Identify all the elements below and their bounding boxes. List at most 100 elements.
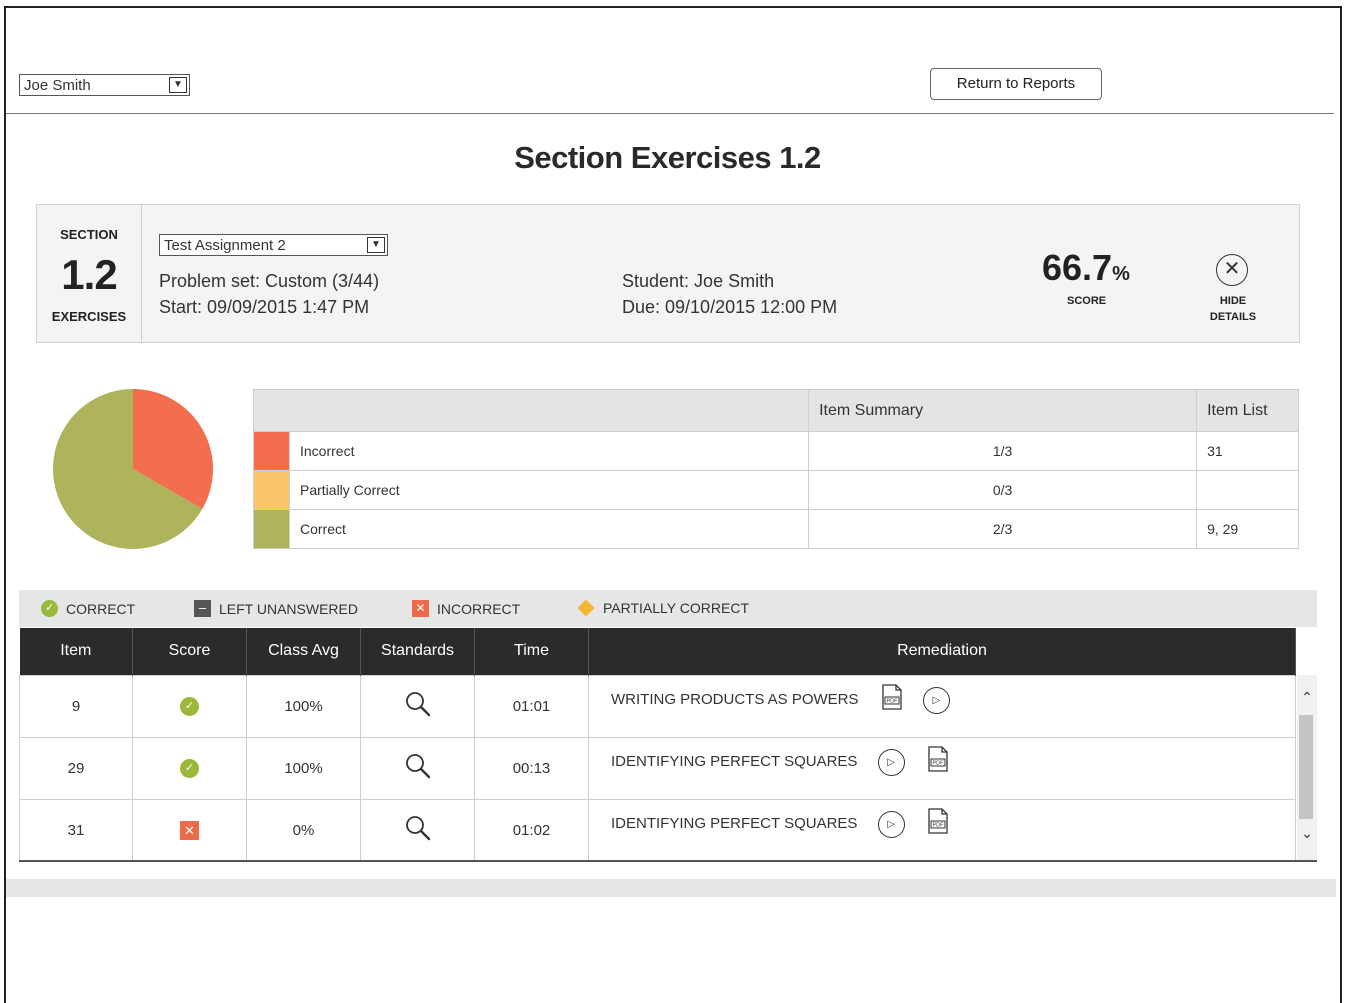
legend-bar: ✓ CORRECT – LEFT UNANSWERED ✕ INCORRECT … (19, 590, 1317, 627)
standards-cell (360, 736, 475, 800)
legend-correct-label: CORRECT (66, 600, 136, 617)
section-badge: SECTION 1.2 EXERCISES (37, 205, 142, 342)
summary-value: 2/3 (808, 509, 1198, 549)
time: 00:13 (474, 736, 589, 800)
check-circle-icon: ✓ (180, 759, 199, 778)
time: 01:01 (474, 674, 589, 738)
x-square-icon: ✕ (180, 820, 199, 840)
col-remediation[interactable]: Remediation (588, 628, 1296, 675)
magnifier-icon[interactable] (404, 752, 432, 780)
footer-band (6, 879, 1336, 897)
svg-text:PDF: PDF (886, 698, 898, 704)
remediation-cell: IDENTIFYING PERFECT SQUARES ▷ PDF (588, 798, 1296, 862)
correct-swatch (253, 509, 290, 549)
legend-incorrect: ✕ INCORRECT (412, 600, 520, 617)
section-label: SECTION (60, 227, 118, 242)
summary-row-partial: Partially Correct 0/3 (253, 470, 1299, 510)
remediation-link[interactable]: WRITING PRODUCTS AS POWERS (611, 691, 859, 708)
section-number: 1.2 (61, 251, 117, 298)
legend-partial-label: PARTIALLY CORRECT (603, 600, 750, 616)
time: 01:02 (474, 798, 589, 862)
diamond-icon (577, 599, 595, 617)
summary-header-blank (252, 389, 810, 432)
items-table: Item Score Class Avg Standards Time Reme… (19, 628, 1296, 862)
summary-value: 1/3 (808, 431, 1198, 471)
legend-correct: ✓ CORRECT (41, 600, 135, 617)
summary-label: Incorrect (288, 431, 810, 471)
class-avg: 0% (246, 798, 361, 862)
start-date-text: Start: 09/09/2015 1:47 PM (159, 297, 370, 317)
divider (6, 113, 1334, 114)
assignment-select[interactable]: Test Assignment 2 ▼ (159, 234, 388, 256)
remediation-cell: IDENTIFYING PERFECT SQUARES ▷ PDF (588, 736, 1296, 800)
summary-list: 9, 29 (1196, 509, 1299, 549)
col-class-avg[interactable]: Class Avg (246, 628, 361, 675)
chevron-up-icon[interactable]: ⌃ (1297, 689, 1317, 706)
col-item[interactable]: Item (19, 628, 133, 675)
page-title: Section Exercises 1.2 (514, 140, 821, 175)
score-value: 66.7% (1042, 247, 1130, 289)
exercises-label: EXERCISES (51, 309, 127, 324)
standards-cell (360, 674, 475, 738)
score-cell: ✕ (132, 798, 247, 862)
play-icon[interactable]: ▷ (877, 748, 905, 776)
partial-swatch (253, 470, 290, 510)
item-summary-table: Item Summary Item List Incorrect 1/3 31 … (252, 389, 1299, 549)
summary-header-summary: Item Summary (808, 389, 1198, 432)
remediation-cell: WRITING PRODUCTS AS POWERS PDF ▷ (588, 674, 1296, 738)
close-circle-icon[interactable]: ✕ (1216, 254, 1248, 286)
pdf-icon[interactable]: PDF (927, 807, 949, 834)
chevron-down-icon[interactable]: ▼ (367, 237, 385, 253)
play-icon[interactable]: ▷ (877, 810, 905, 838)
summary-row-incorrect: Incorrect 1/3 31 (253, 431, 1299, 471)
due-date-text: Due: 09/10/2015 12:00 PM (622, 297, 838, 317)
chevron-down-icon[interactable]: ▼ (169, 77, 187, 93)
results-pie-chart (52, 389, 213, 549)
summary-row-correct: Correct 2/3 9, 29 (253, 509, 1299, 549)
legend-incorrect-label: INCORRECT (437, 600, 521, 617)
table-row: 9 ✓ 100% 01:01 WRITING PRODUCTS AS POWER… (19, 674, 1296, 738)
pdf-icon[interactable]: PDF (881, 683, 903, 710)
hide-details-button[interactable]: HIDE DETAILS (1203, 293, 1263, 325)
minus-square-icon: – (194, 600, 211, 617)
col-score[interactable]: Score (132, 628, 247, 675)
chevron-down-icon[interactable]: ⌄ (1297, 825, 1317, 842)
check-circle-icon: ✓ (41, 600, 58, 617)
magnifier-icon[interactable] (404, 690, 432, 718)
scrollbar-thumb[interactable] (1299, 715, 1313, 819)
table-scrollbar[interactable]: ⌃ ⌄ (1297, 675, 1317, 861)
incorrect-swatch (253, 431, 290, 471)
svg-text:PDF: PDF (932, 760, 944, 766)
item-number: 31 (19, 798, 133, 862)
table-row: 29 ✓ 100% 00:13 IDENTIFYING PERFECT SQUA… (19, 736, 1296, 800)
class-avg: 100% (246, 736, 361, 800)
table-row: 31 ✕ 0% 01:02 IDENTIFYING PERFECT SQUARE… (19, 798, 1296, 862)
problem-set-text: Problem set: Custom (3/44) (159, 271, 380, 291)
hide-label-line1: HIDE (1219, 295, 1247, 307)
score-cell: ✓ (132, 736, 247, 800)
play-icon[interactable]: ▷ (922, 686, 950, 714)
score-label: SCORE (1067, 295, 1107, 307)
score-cell: ✓ (132, 674, 247, 738)
summary-value: 0/3 (808, 470, 1198, 510)
legend-unanswered-label: LEFT UNANSWERED (219, 600, 358, 617)
summary-label: Correct (288, 509, 810, 549)
standards-cell (360, 798, 475, 862)
student-select-value: Joe Smith (24, 77, 91, 94)
summary-list (1196, 470, 1299, 510)
legend-partial: PARTIALLY CORRECT (577, 599, 750, 617)
col-standards[interactable]: Standards (360, 628, 475, 675)
assignment-select-value: Test Assignment 2 (164, 237, 286, 254)
col-time[interactable]: Time (474, 628, 589, 675)
magnifier-icon[interactable] (404, 814, 432, 842)
pdf-icon[interactable]: PDF (927, 745, 949, 772)
return-to-reports-button[interactable]: Return to Reports (930, 68, 1102, 100)
svg-text:PDF: PDF (932, 822, 944, 828)
remediation-link[interactable]: IDENTIFYING PERFECT SQUARES (611, 815, 857, 832)
class-avg: 100% (246, 674, 361, 738)
student-select[interactable]: Joe Smith ▼ (19, 74, 190, 96)
remediation-link[interactable]: IDENTIFYING PERFECT SQUARES (611, 753, 857, 770)
table-bottom-border (19, 860, 1317, 862)
score-number: 66.7 (1042, 247, 1113, 288)
summary-list: 31 (1196, 431, 1299, 471)
